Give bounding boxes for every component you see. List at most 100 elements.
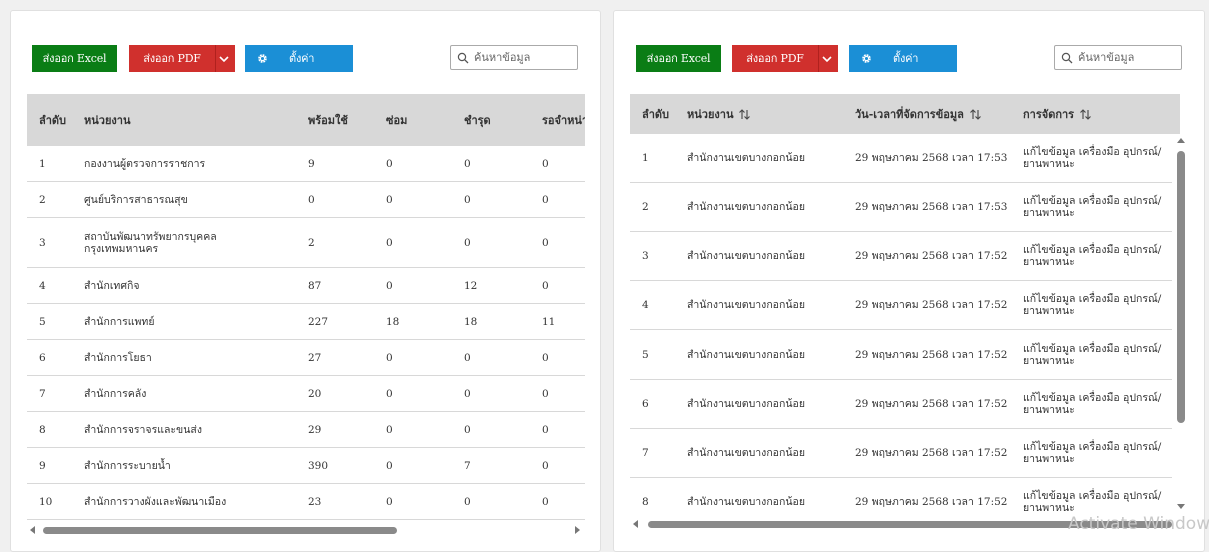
table-cell: ศูนย์บริการสาธารณสุข (84, 193, 188, 206)
table-row[interactable]: 2 สำนักงานเขตบางกอกน้อย 29 พฤษภาคม 2568 เว… (630, 183, 1172, 232)
table-cell: สำนักการจราจรและขนส่ง (84, 423, 202, 436)
sort-arrows-icon[interactable] (969, 108, 982, 121)
table-row[interactable]: 2 ศูนย์บริการสาธารณสุข 0 0 0 0 (27, 182, 585, 218)
settings-label: ตั้งค่า (893, 52, 919, 65)
table-cell: 4 (642, 299, 649, 311)
table-row[interactable]: 7 สำนักงานเขตบางกอกน้อย 29 พฤษภาคม 2568 เว… (630, 429, 1172, 478)
sort-arrows-icon[interactable] (738, 108, 751, 121)
table-cell: 12 (464, 279, 478, 292)
column-header-datetime[interactable]: วัน-เวลาที่จัดการข้อมูล (855, 94, 982, 134)
table-cell: 18 (464, 315, 478, 328)
search-box (450, 45, 578, 70)
export-excel-button[interactable]: ส่งออก Excel (636, 45, 721, 72)
horizontal-scrollbar[interactable] (27, 524, 585, 535)
table-cell: 0 (386, 459, 393, 472)
table-cell: 23 (308, 495, 322, 508)
table-cell: 6 (39, 351, 46, 364)
table-cell: 9 (39, 459, 46, 472)
table-cell: 0 (308, 193, 315, 206)
column-header-repair[interactable]: ซ่อม (386, 94, 407, 146)
table-cell: 29 พฤษภาคม 2568 เวลา 17:52 (855, 250, 1008, 262)
column-header-agency[interactable]: หน่วยงาน (687, 94, 751, 134)
search-input[interactable] (1078, 49, 1176, 66)
vertical-scrollbar[interactable] (1174, 135, 1186, 510)
column-header-pending-disposal[interactable]: รอจำหน่าย (542, 94, 585, 146)
table-row[interactable]: 3 สถาบันพัฒนาทรัพยากรบุคคล กรุงเทพมหานคร 2… (27, 218, 585, 268)
export-pdf-button[interactable]: ส่งออก PDF (732, 45, 838, 72)
table-cell: 0 (542, 157, 549, 170)
table-cell: สำนักงานเขตบางกอกน้อย (687, 152, 805, 164)
table-row[interactable]: 8 สำนักการจราจรและขนส่ง 29 0 0 0 (27, 412, 585, 448)
table-row[interactable]: 4 สำนักเทศกิจ 87 0 12 0 (27, 268, 585, 304)
table-row[interactable]: 7 สำนักการคลัง 20 0 0 0 (27, 376, 585, 412)
table-cell: 29 พฤษภาคม 2568 เวลา 17:53 (855, 201, 1008, 213)
table-row[interactable]: 6 สำนักงานเขตบางกอกน้อย 29 พฤษภาคม 2568 เว… (630, 380, 1172, 429)
scroll-right-icon[interactable] (573, 526, 581, 534)
table-cell: 6 (642, 398, 649, 410)
table-row[interactable]: 1 สำนักงานเขตบางกอกน้อย 29 พฤษภาคม 2568 เว… (630, 134, 1172, 183)
table-cell: 18 (386, 315, 400, 328)
table-row[interactable]: 10 สำนักการวางผังและพัฒนาเมือง 23 0 0 0 (27, 484, 585, 520)
table-cell: 0 (386, 423, 393, 436)
table-row[interactable]: 1 กองงานผู้ตรวจการราชการ 9 0 0 0 (27, 146, 585, 182)
table-cell: 29 (308, 423, 322, 436)
table-cell: 390 (308, 459, 329, 472)
column-header-order[interactable]: ลำดับ (642, 94, 669, 134)
scroll-up-icon[interactable] (1177, 137, 1185, 145)
table-cell: แก้ไขข้อมูล เครื่องมือ อุปกรณ์/ ยานพาหนะ (1023, 441, 1162, 465)
table-cell: 0 (464, 157, 471, 170)
table-cell: 9 (308, 157, 315, 170)
table-cell: 0 (386, 236, 393, 249)
table-row[interactable]: 4 สำนักงานเขตบางกอกน้อย 29 พฤษภาคม 2568 เว… (630, 281, 1172, 330)
table-cell: 27 (308, 351, 322, 364)
gear-icon (258, 54, 267, 63)
table-cell: 0 (386, 495, 393, 508)
chevron-down-icon[interactable] (218, 53, 230, 65)
scroll-left-icon[interactable] (29, 526, 37, 534)
table-cell: สำนักเทศกิจ (84, 279, 140, 292)
table-cell: 4 (39, 279, 46, 292)
table-header: ลำดับ หน่วยงาน พร้อมใช้ ซ่อม ชำรุด รอจำห… (27, 94, 585, 146)
export-pdf-button[interactable]: ส่งออก PDF (129, 45, 235, 72)
export-excel-button[interactable]: ส่งออก Excel (32, 45, 117, 72)
column-header-ready[interactable]: พร้อมใช้ (308, 94, 348, 146)
table-cell: 29 พฤษภาคม 2568 เวลา 17:52 (855, 398, 1008, 410)
settings-button[interactable]: ตั้งค่า (849, 45, 957, 72)
table-row[interactable]: 5 สำนักงานเขตบางกอกน้อย 29 พฤษภาคม 2568 เว… (630, 330, 1172, 380)
settings-label: ตั้งค่า (289, 52, 315, 65)
chevron-down-icon[interactable] (821, 53, 833, 65)
table-cell: แก้ไขข้อมูล เครื่องมือ อุปกรณ์/ ยานพาหนะ (1023, 195, 1162, 219)
table-row[interactable]: 9 สำนักการระบายน้ำ 390 0 7 0 (27, 448, 585, 484)
table-cell: 5 (642, 348, 649, 361)
table-cell: 2 (308, 236, 315, 249)
table-cell: 0 (386, 279, 393, 292)
column-header-damaged[interactable]: ชำรุด (464, 94, 491, 146)
table-cell: แก้ไขข้อมูล เครื่องมือ อุปกรณ์/ ยานพาหนะ (1023, 244, 1162, 268)
table-cell: สำนักงานเขตบางกอกน้อย (687, 201, 805, 213)
settings-button[interactable]: ตั้งค่า (245, 45, 353, 72)
column-header-agency[interactable]: หน่วยงาน (84, 94, 130, 146)
column-header-datetime-label: วัน-เวลาที่จัดการข้อมูล (855, 108, 964, 121)
table-cell: สำนักการโยธา (84, 351, 152, 364)
table-cell: 2 (39, 193, 46, 206)
table-cell: 2 (642, 201, 649, 213)
table-row[interactable]: 3 สำนักงานเขตบางกอกน้อย 29 พฤษภาคม 2568 เว… (630, 232, 1172, 281)
sort-arrows-icon[interactable] (1079, 108, 1092, 121)
column-header-order[interactable]: ลำดับ (39, 94, 66, 146)
vertical-scrollbar-thumb[interactable] (1177, 151, 1185, 423)
table-cell: 0 (542, 459, 549, 472)
right-panel: ส่งออก Excel ส่งออก PDF ตั้งค่า ลำดับ หน… (613, 10, 1205, 552)
table-cell: 0 (464, 423, 471, 436)
activate-windows-watermark: Activate Windows (1068, 514, 1209, 534)
left-panel: ส่งออก Excel ส่งออก PDF ตั้งค่า ลำดับ หน… (10, 10, 601, 552)
column-header-action[interactable]: การจัดการ (1023, 94, 1092, 134)
table-row[interactable]: 6 สำนักการโยธา 27 0 0 0 (27, 340, 585, 376)
scroll-left-icon[interactable] (632, 520, 640, 528)
table-cell: 0 (542, 193, 549, 206)
scroll-down-icon[interactable] (1177, 502, 1185, 510)
table-row[interactable]: 5 สำนักการแพทย์ 227 18 18 11 (27, 304, 585, 340)
search-input[interactable] (474, 49, 572, 66)
table-cell: แก้ไขข้อมูล เครื่องมือ อุปกรณ์/ ยานพาหนะ (1023, 146, 1162, 170)
table-cell: 1 (39, 157, 46, 170)
table-cell: แก้ไขข้อมูล เครื่องมือ อุปกรณ์/ ยานพาหนะ (1023, 392, 1162, 416)
